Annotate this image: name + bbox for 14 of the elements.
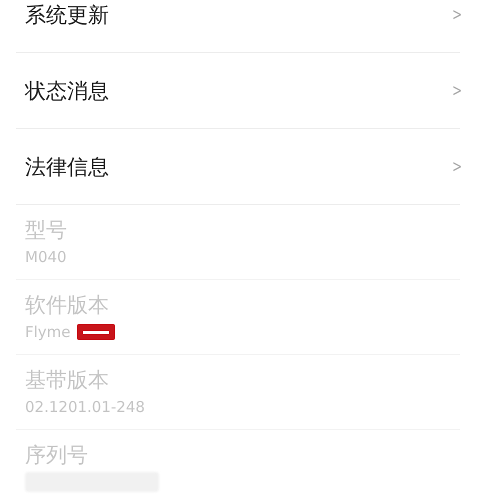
info-value: Flyme (25, 323, 71, 341)
info-label: 型号 (25, 217, 68, 243)
redaction-mark (76, 324, 115, 340)
info-label: 基带版本 (25, 367, 110, 393)
info-value: 02.1201.01-248 (25, 398, 145, 416)
chevron-icon: > (452, 156, 462, 176)
info-label: 软件版本 (25, 292, 110, 318)
info-label: 序列号 (25, 442, 89, 468)
chevron-icon: > (452, 80, 462, 100)
chevron-icon: > (452, 4, 462, 24)
info-value: M040 (25, 248, 67, 266)
menu-item-label[interactable]: 状态消息 (25, 76, 109, 104)
menu-item-label[interactable]: 法律信息 (25, 152, 109, 180)
menu-item-label[interactable]: 系统更新 (25, 0, 109, 28)
